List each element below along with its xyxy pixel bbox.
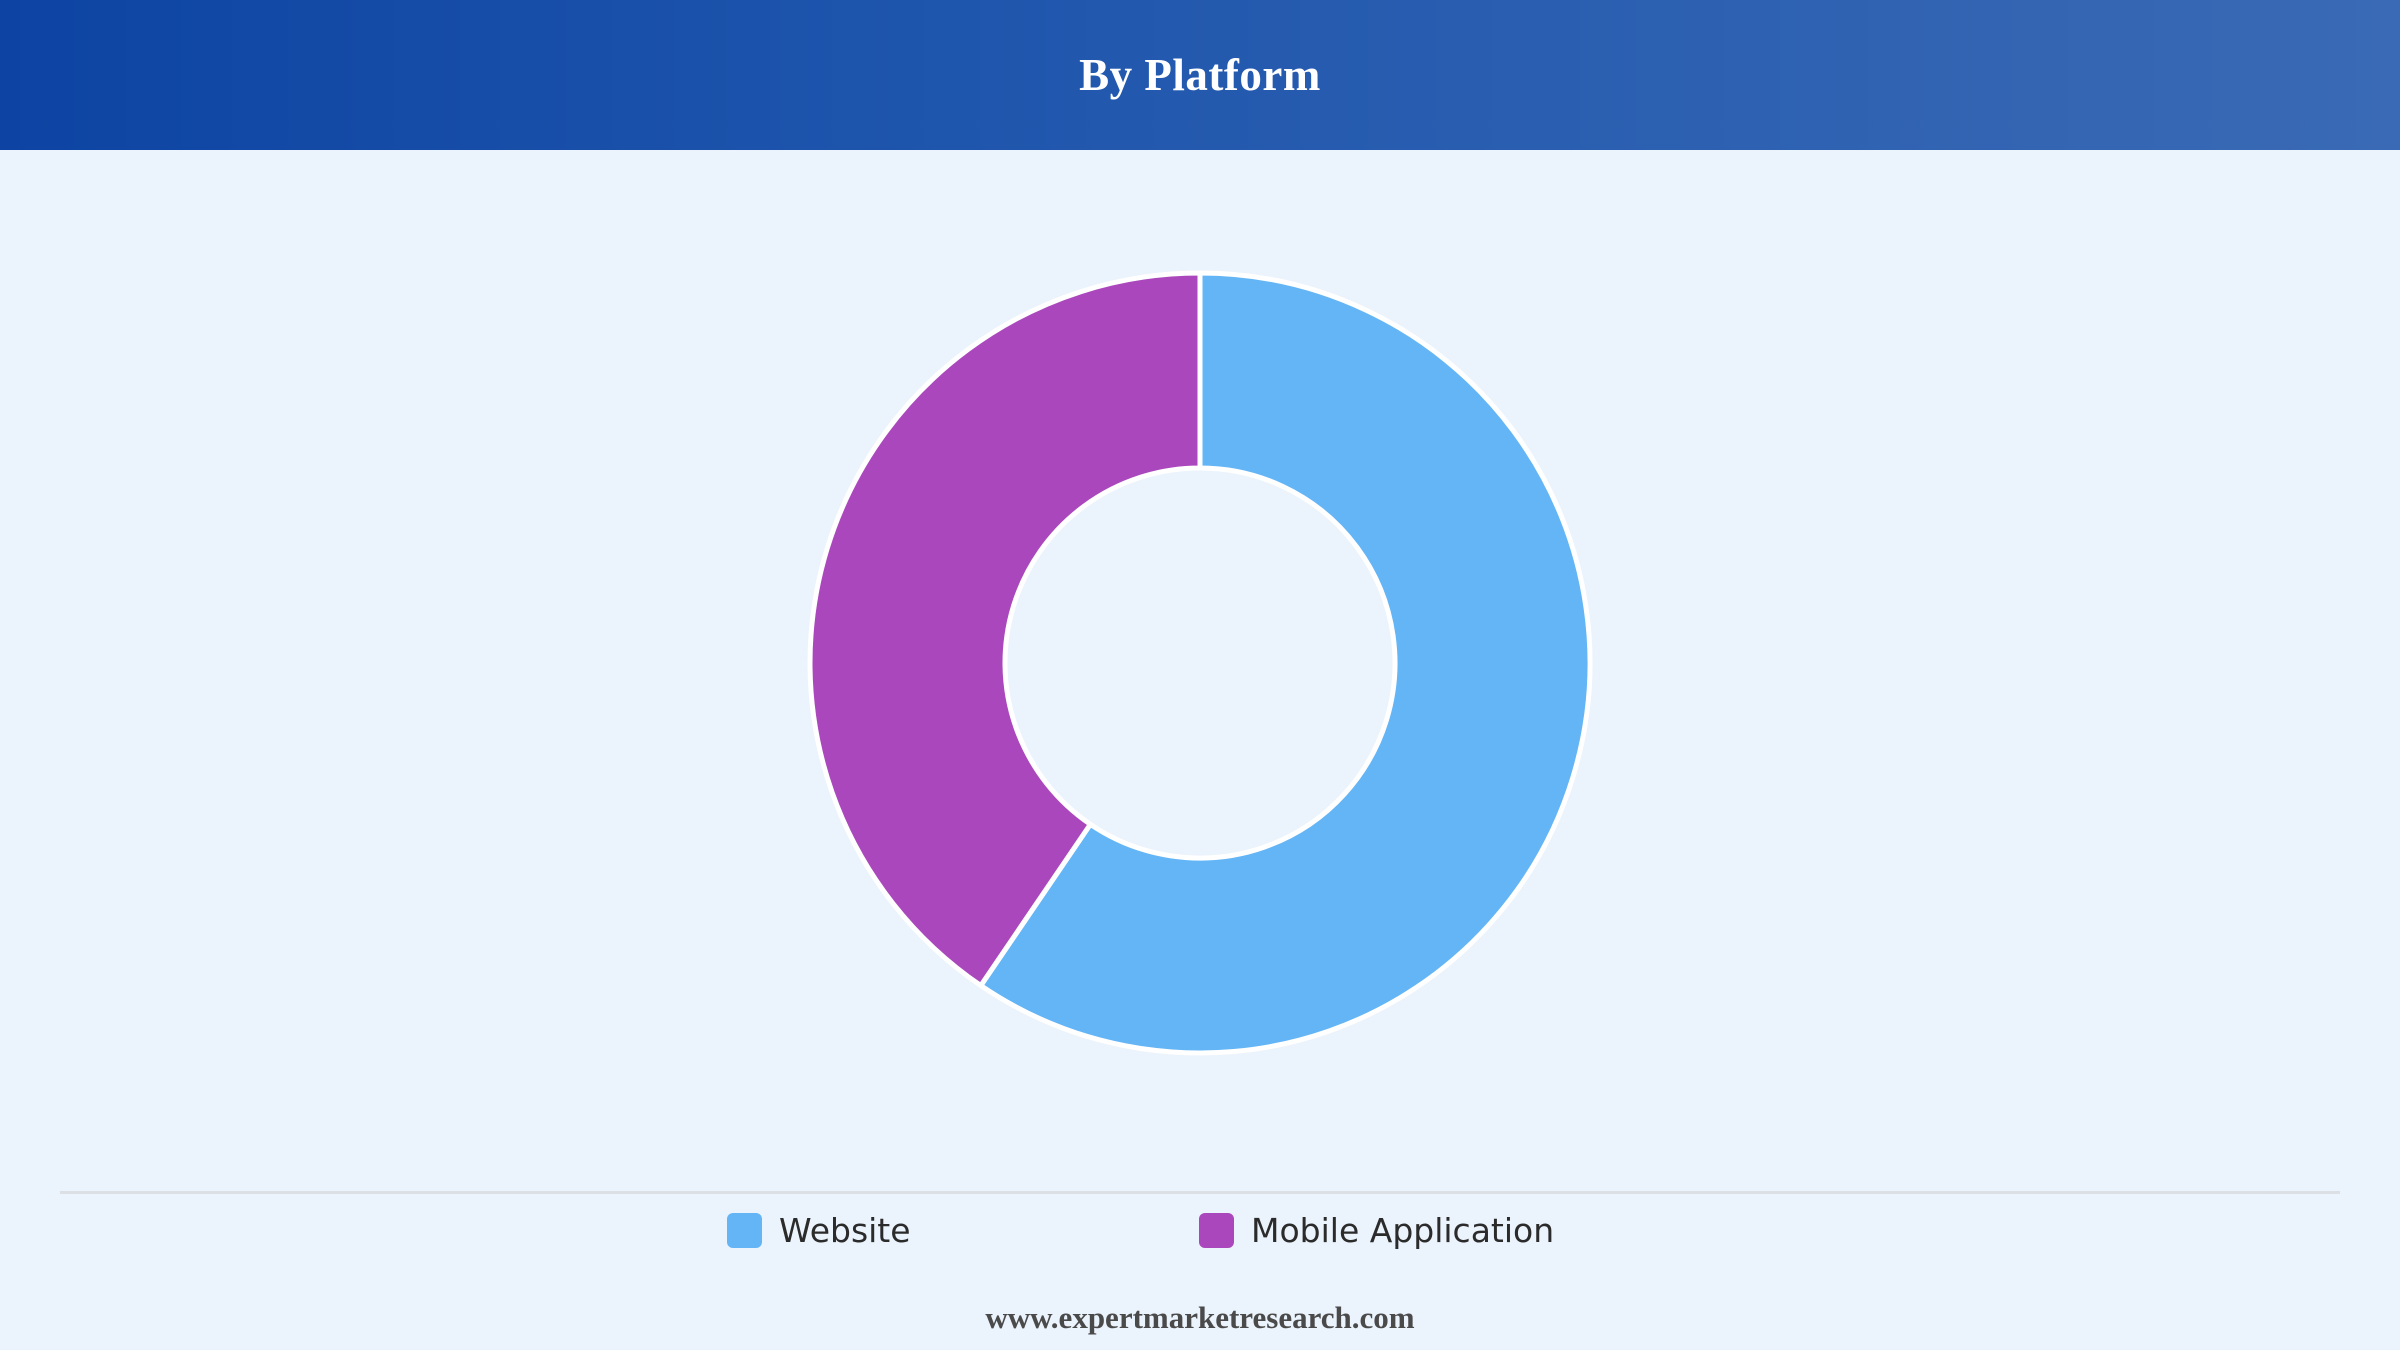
legend-item-website[interactable]: Website — [727, 1210, 911, 1250]
chart-legend: Website Mobile Application — [0, 1210, 2400, 1250]
legend-swatch-mobile-application — [1199, 1212, 1234, 1248]
donut-chart — [807, 270, 1593, 1056]
legend-divider — [60, 1191, 2340, 1194]
page-title: By Platform — [1079, 50, 1321, 100]
legend-label-mobile-application: Mobile Application — [1251, 1210, 1555, 1250]
legend-label-website: Website — [779, 1210, 911, 1250]
source-url: www.expertmarketresearch.com — [985, 1300, 1415, 1335]
legend-swatch-website — [727, 1212, 762, 1248]
chart-area — [0, 150, 2400, 1190]
header-banner: By Platform — [0, 0, 2400, 150]
legend-item-mobile-application[interactable]: Mobile Application — [1199, 1210, 1554, 1250]
